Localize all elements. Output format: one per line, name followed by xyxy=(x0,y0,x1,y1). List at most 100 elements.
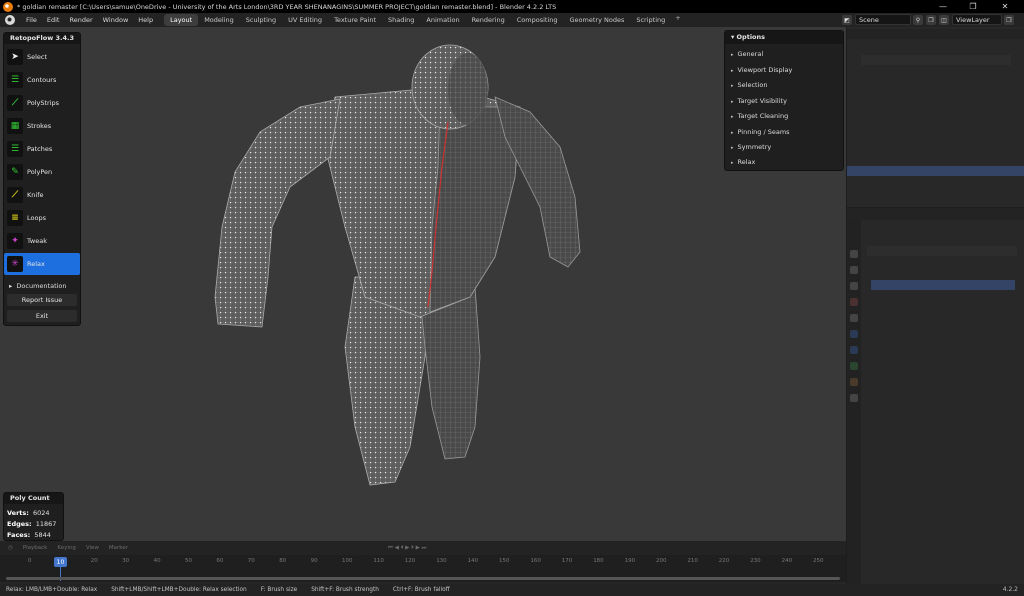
properties-row xyxy=(867,246,1017,256)
patches-icon: ☰ xyxy=(7,141,23,157)
tab-shading[interactable]: Shading xyxy=(382,14,420,26)
properties-row xyxy=(867,413,1017,423)
tab-modeling[interactable]: Modeling xyxy=(198,14,240,26)
knife-icon: ⟋ xyxy=(7,187,23,203)
tab-uv-editing[interactable]: UV Editing xyxy=(282,14,328,26)
tool-contours-button[interactable]: ☰ Contours xyxy=(4,69,80,91)
tab-sculpting[interactable]: Sculpting xyxy=(240,14,282,26)
timeline-tick-label: 120 xyxy=(404,558,416,564)
view-layer-selector[interactable]: ViewLayer xyxy=(952,14,1002,25)
tool-loops-button[interactable]: ≡ Loops xyxy=(4,207,80,229)
options-pinning-seams[interactable]: Pinning / Seams xyxy=(731,128,790,136)
timeline-menu-view[interactable]: View xyxy=(86,545,99,551)
timeline-scrollbar[interactable] xyxy=(6,577,840,580)
tool-patches-button[interactable]: ☰ Patches xyxy=(4,138,80,160)
timeline-tick-label: 150 xyxy=(499,558,510,564)
properties-row xyxy=(867,353,1017,363)
report-issue-button[interactable]: Report Issue xyxy=(7,294,77,306)
menu-help[interactable]: Help xyxy=(133,16,158,24)
outliner-row-selected xyxy=(847,166,1024,176)
scene-icon[interactable]: ◩ xyxy=(842,15,852,25)
window-title: * goldian remaster [C:\Users\samue\OneDr… xyxy=(17,2,557,11)
options-viewport-display[interactable]: Viewport Display xyxy=(731,66,793,74)
timeline-menu-keying[interactable]: Keying xyxy=(57,545,75,551)
timeline-editor: ◷ Playback Keying View Marker ⏮ ◀ ⏴ ▶ ⏵ … xyxy=(0,541,846,584)
new-view-layer-icon[interactable]: ❐ xyxy=(1004,15,1014,25)
properties-row xyxy=(867,383,1017,393)
outliner-editor xyxy=(847,27,1024,207)
menu-render[interactable]: Render xyxy=(64,16,97,24)
prop-tab-output xyxy=(850,282,858,290)
exit-button[interactable]: Exit xyxy=(7,310,77,322)
view-layer-icon[interactable]: ◫ xyxy=(939,15,949,25)
blender-logo-icon[interactable] xyxy=(5,15,15,25)
tool-label: Select xyxy=(27,53,48,61)
timeline-header: ◷ Playback Keying View Marker ⏮ ◀ ⏴ ▶ ⏵ … xyxy=(0,541,846,555)
scene-selector[interactable]: Scene xyxy=(855,14,911,25)
edges-label: Edges: xyxy=(7,520,32,528)
tool-polypen-button[interactable]: ✎ PolyPen xyxy=(4,161,80,183)
timeline-menu-marker[interactable]: Marker xyxy=(109,545,128,551)
options-target-cleaning[interactable]: Target Cleaning xyxy=(731,112,789,120)
documentation-toggle[interactable]: ▸ Documentation xyxy=(9,282,67,290)
properties-tabs xyxy=(847,220,861,584)
blender-app-icon xyxy=(3,1,13,12)
outliner-row xyxy=(869,122,1009,132)
tool-polystrips-button[interactable]: ⟋ PolyStrips xyxy=(4,92,80,114)
outliner-row xyxy=(869,144,1009,154)
timeline-tick-label: 220 xyxy=(718,558,730,564)
new-scene-icon[interactable]: ❐ xyxy=(926,15,936,25)
contours-icon: ☰ xyxy=(7,72,23,88)
menu-window[interactable]: Window xyxy=(98,16,134,24)
tool-select-button[interactable]: ➤ Select xyxy=(4,46,80,68)
tab-geometry-nodes[interactable]: Geometry Nodes xyxy=(564,14,631,26)
options-selection[interactable]: Selection xyxy=(731,81,768,89)
options-target-visibility[interactable]: Target Visibility xyxy=(731,97,787,105)
close-button[interactable]: ✕ xyxy=(990,0,1020,13)
timeline-tick-label: 40 xyxy=(153,558,161,564)
tool-relax-button[interactable]: ✳ Relax xyxy=(4,253,80,275)
tab-rendering[interactable]: Rendering xyxy=(466,14,511,26)
pin-icon[interactable]: ⚲ xyxy=(913,15,923,25)
current-frame-marker[interactable]: 10 xyxy=(54,557,67,567)
tab-scripting[interactable]: Scripting xyxy=(630,14,671,26)
timeline-tick-label: 210 xyxy=(687,558,698,564)
timeline-tick-label: 130 xyxy=(436,558,447,564)
timeline-tick-label: 200 xyxy=(656,558,667,564)
tab-compositing[interactable]: Compositing xyxy=(511,14,564,26)
status-hint-brush-size: F: Brush size xyxy=(260,587,298,593)
tool-tweak-button[interactable]: ✦ Tweak xyxy=(4,230,80,252)
options-relax[interactable]: Relax xyxy=(731,158,756,166)
poly-count-panel: Poly Count Verts: 6024 Edges: 11867 Face… xyxy=(3,492,64,541)
tab-texture-paint[interactable]: Texture Paint xyxy=(328,14,382,26)
timeline-editor-type-icon[interactable]: ◷ xyxy=(8,545,13,551)
polystrips-icon: ⟋ xyxy=(7,95,23,111)
timeline-tick-label: 70 xyxy=(247,558,255,564)
timeline-menu-playback[interactable]: Playback xyxy=(23,545,48,551)
properties-row xyxy=(867,368,1017,378)
minimize-button[interactable]: — xyxy=(928,0,958,13)
options-general[interactable]: General xyxy=(731,50,764,58)
timeline-tick-label: 110 xyxy=(373,558,384,564)
blender-version: 4.2.2 xyxy=(1002,586,1018,593)
playback-controls[interactable]: ⏮ ◀ ⏴ ▶ ⏵ ▶ ⏭ xyxy=(388,545,427,552)
prop-tab-data xyxy=(850,362,858,370)
workspace-tabs: Layout Modeling Sculpting UV Editing Tex… xyxy=(164,14,685,26)
timeline-ruler[interactable]: 250 240 230 220 210 200 190 180 170 160 150 140 130 1… xyxy=(0,555,846,582)
prop-tab-render xyxy=(850,266,858,274)
tool-knife-button[interactable]: ⟋ Knife xyxy=(4,184,80,206)
maximize-button[interactable]: ❐ xyxy=(958,0,988,13)
add-workspace-button[interactable]: + xyxy=(671,14,684,26)
3d-viewport[interactable] xyxy=(0,27,846,541)
tool-strokes-button[interactable]: ▦ Strokes xyxy=(4,115,80,137)
properties-row xyxy=(867,320,1017,330)
timeline-tick-label: 230 xyxy=(750,558,761,564)
menu-edit[interactable]: Edit xyxy=(42,16,65,24)
tab-layout[interactable]: Layout xyxy=(164,14,199,26)
menu-file[interactable]: File xyxy=(21,16,42,24)
properties-row xyxy=(867,336,1017,346)
tab-animation[interactable]: Animation xyxy=(420,14,465,26)
outliner-header xyxy=(847,29,1024,39)
prop-tab-texture xyxy=(850,394,858,402)
options-symmetry[interactable]: Symmetry xyxy=(731,143,772,151)
